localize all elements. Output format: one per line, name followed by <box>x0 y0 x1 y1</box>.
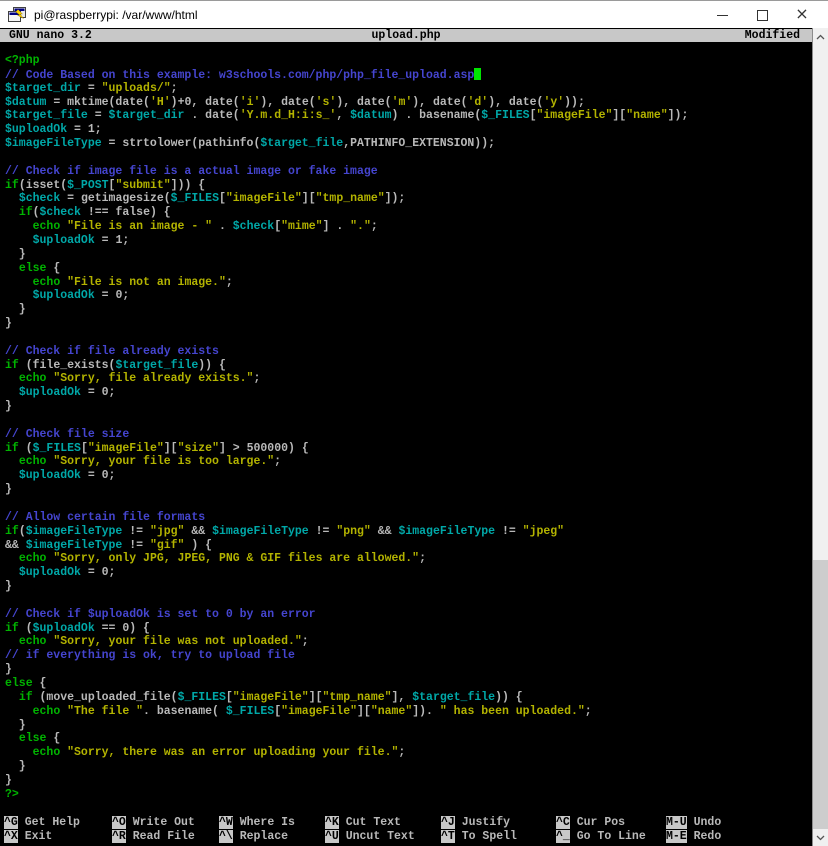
code-line: } <box>5 303 26 317</box>
code-line: if (file_exists($target_file)) { <box>5 358 226 372</box>
code-line: } <box>5 247 26 261</box>
code-line: echo "Sorry, only JPG, JPEG, PNG & GIF f… <box>18 552 426 566</box>
code-line: } <box>5 400 12 414</box>
code-line: if (move_uploaded_file($_FILES["imageFil… <box>18 690 523 704</box>
shortcut-where-is: ^W Where Is <box>219 816 295 829</box>
code-line: // Check if file already exists <box>5 344 219 358</box>
window-titlebar: pi@raspberrypi: /var/www/html × <box>0 0 828 28</box>
code-line: } <box>5 760 26 774</box>
code-line: echo "Sorry, there was an error uploadin… <box>32 746 406 760</box>
shortcut-uncut-text: ^U Uncut Text <box>325 829 415 843</box>
code-line: // Allow certain file formats <box>5 510 206 524</box>
code-line: echo "Sorry, file already exists."; <box>18 372 261 386</box>
window-controls: × <box>702 1 822 29</box>
shortcut-get-help: ^G Get Help <box>4 816 80 829</box>
code-line: if($check !== false) { <box>18 206 171 220</box>
shortcut-justify: ^J Justify <box>441 816 511 829</box>
shortcut-cut-text: ^K Cut Text <box>325 816 401 829</box>
shortcut-write-out: ^O Write Out <box>112 816 195 829</box>
code-line: // Code Based on this example: w3schools… <box>5 67 688 82</box>
code-line: } <box>5 580 12 594</box>
putty-window: pi@raspberrypi: /var/www/html × GNU nano… <box>0 0 828 846</box>
code-line: if($imageFileType != "jpg" && $imageFile… <box>5 524 565 538</box>
code-line: $check = getimagesize($_FILES["imageFile… <box>18 192 406 206</box>
code-line: $target_dir = "uploads/"; <box>5 81 178 95</box>
code-line: // Check if $uploadOk is set to 0 by an … <box>5 607 316 621</box>
shortcut-row-2: ^X Exit ^R Read File ^\ Replace ^U Uncut Te… <box>0 829 812 844</box>
shortcut-to-spell: ^T To Spell <box>441 829 517 843</box>
code-line: } <box>5 317 12 331</box>
nano-filename: upload.php <box>371 29 441 42</box>
scrollbar-down-button[interactable] <box>813 829 828 846</box>
code-line: $imageFileType = strtolower(pathinfo($ta… <box>5 137 496 151</box>
window-title: pi@raspberrypi: /var/www/html <box>34 8 198 22</box>
code-line: else { <box>5 676 47 690</box>
close-button[interactable]: × <box>782 1 822 29</box>
code-line: echo "File is an image - " . $check["mim… <box>32 220 378 234</box>
code-line: // Check if image file is a actual image… <box>5 164 378 178</box>
code-line: } <box>5 718 26 732</box>
editor-content[interactable]: <?php// Code Based on this example: w3sc… <box>5 54 688 802</box>
code-line: ?> <box>5 787 19 801</box>
scrollbar-up-button[interactable] <box>813 28 828 45</box>
code-line: echo "Sorry, your file is too large."; <box>18 455 282 469</box>
scrollbar-thumb[interactable] <box>813 560 828 829</box>
code-line: echo "Sorry, your file was not uploaded.… <box>18 635 309 649</box>
minimize-icon <box>716 14 728 16</box>
chevron-up-icon <box>816 34 825 39</box>
code-line: if(isset($_POST["submit"])) { <box>5 178 206 192</box>
code-line: <?php <box>5 54 40 67</box>
code-line: else { <box>18 261 61 275</box>
shortcut-row-1: ^G Get Help ^O Write Out ^W Where Is ^K Cut… <box>0 816 812 830</box>
minimize-button[interactable] <box>702 1 742 29</box>
code-line: } <box>5 483 12 497</box>
shortcut-go-to-line: ^_ Go To Line <box>556 829 646 843</box>
shortcut-exit: ^X Exit <box>4 829 53 843</box>
code-line: else { <box>18 732 61 746</box>
maximize-button[interactable] <box>742 1 782 29</box>
code-line: $uploadOk = 1; <box>5 123 102 137</box>
code-line: $uploadOk = 0; <box>18 469 116 483</box>
code-line: echo "The file ". basename( $_FILES["ima… <box>32 704 592 718</box>
code-line: if ($uploadOk == 0) { <box>5 621 150 635</box>
code-line: && $imageFileType != "gif" ) { <box>5 538 213 552</box>
close-icon: × <box>795 4 809 23</box>
code-line: $uploadOk = 0; <box>18 386 116 400</box>
shortcut-read-file: ^R Read File <box>112 829 195 843</box>
putty-app-icon <box>8 7 26 22</box>
code-line: echo "File is not an image."; <box>32 275 233 289</box>
code-line: } <box>5 663 12 677</box>
code-line: $datum = mktime(date('H')+0, date('i'), … <box>5 95 585 109</box>
terminal[interactable]: GNU nano 3.2 upload.php Modified <?php//… <box>0 28 812 846</box>
nano-modified-badge: Modified <box>744 29 800 42</box>
code-line: $target_file = $target_dir . date('Y.m.d… <box>5 109 689 123</box>
code-line: $uploadOk = 1; <box>32 233 130 247</box>
scrollbar-track[interactable] <box>812 28 828 846</box>
shortcut-replace: ^\ Replace <box>219 829 289 843</box>
code-line: $uploadOk = 0; <box>32 289 130 303</box>
chevron-down-icon <box>816 835 825 840</box>
code-line: } <box>5 773 12 787</box>
code-line: // if everything is ok, try to upload fi… <box>5 649 295 663</box>
text-cursor <box>474 67 482 80</box>
code-line: // Check file size <box>5 427 130 441</box>
code-line: $uploadOk = 0; <box>18 566 116 580</box>
code-line: if ($_FILES["imageFile"]["size"] > 50000… <box>5 441 309 455</box>
shortcut-cur-pos: ^C Cur Pos <box>556 816 626 829</box>
shortcut-redo: M-E Redo <box>666 829 722 843</box>
shortcut-undo: M-U Undo <box>666 816 722 829</box>
nano-titlebar: GNU nano 3.2 upload.php Modified <box>0 29 812 42</box>
maximize-icon <box>756 9 768 21</box>
